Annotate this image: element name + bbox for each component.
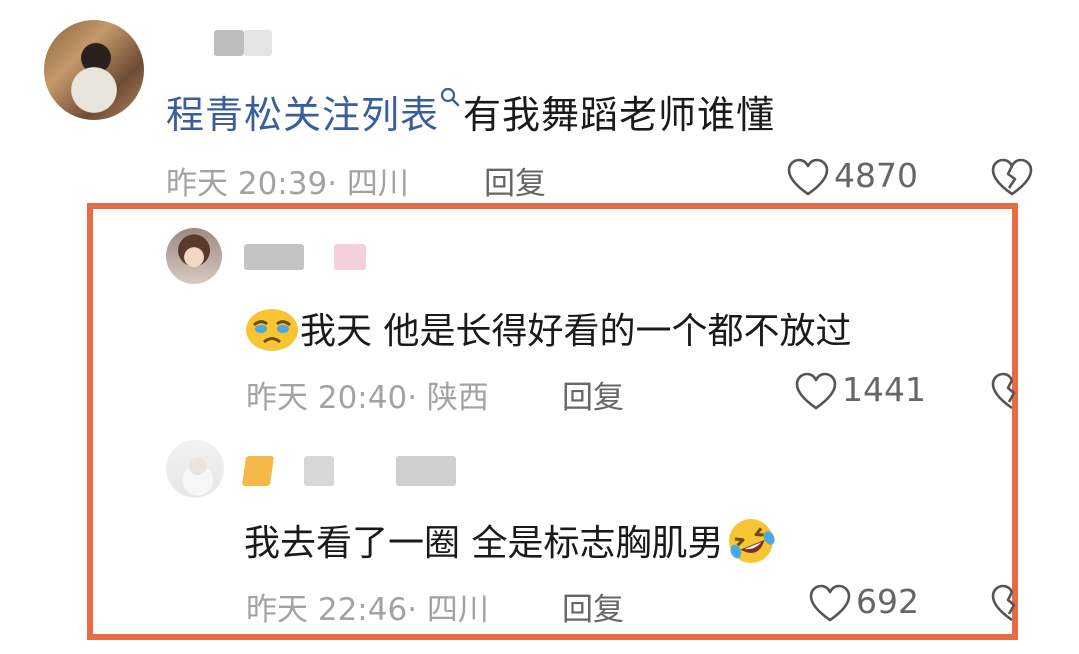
- like-count: 692: [856, 582, 919, 621]
- username-redacted: [241, 456, 275, 486]
- meta-separator: ·: [407, 592, 427, 628]
- avatar[interactable]: [166, 228, 222, 284]
- avatar[interactable]: [44, 20, 144, 120]
- comment-location: 四川: [426, 592, 489, 628]
- like-count: 1441: [842, 370, 926, 409]
- reply-message: 我去看了一圈 全是标志胸肌男: [244, 523, 724, 564]
- like-count: 4870: [834, 156, 918, 195]
- avatar[interactable]: [166, 440, 224, 498]
- rolling-laughing-emoji: [723, 515, 779, 576]
- comment-text: 有我舞蹈老师谁懂: [463, 93, 776, 137]
- comment-meta: 昨天 20:39· 四川: [166, 158, 409, 203]
- heart-icon: [787, 158, 829, 195]
- reply-text: 我天 他是长得好看的一个都不放过: [244, 302, 851, 362]
- comment-time: 昨天 20:39: [166, 166, 328, 202]
- like-button[interactable]: 692: [808, 582, 919, 624]
- comment-time: 昨天 20:40: [246, 380, 408, 416]
- search-link[interactable]: 程青松关注列表: [166, 93, 439, 137]
- username-redacted: [304, 456, 334, 486]
- search-icon[interactable]: [439, 84, 463, 124]
- heart-icon: [795, 372, 837, 409]
- username-redacted: [214, 30, 244, 56]
- comment-location: 陕西: [426, 380, 489, 416]
- meta-separator: ·: [327, 166, 347, 202]
- username-redacted: [244, 244, 304, 270]
- broken-heart-icon: [991, 584, 1016, 622]
- reply-button[interactable]: 回复: [562, 372, 624, 417]
- meta-separator: ·: [407, 380, 427, 416]
- username-redacted: [334, 244, 366, 270]
- dislike-button[interactable]: [990, 158, 1034, 202]
- reply-button[interactable]: 回复: [562, 584, 624, 629]
- crying-face-emoji: [244, 305, 300, 362]
- comment-body: 程青松关注列表 有我舞蹈老师谁懂: [166, 84, 775, 139]
- username-redacted: [396, 456, 456, 486]
- dislike-button[interactable]: [990, 372, 1016, 416]
- like-button[interactable]: 1441: [794, 370, 926, 412]
- broken-heart-icon: [991, 372, 1016, 410]
- comment-meta: 昨天 20:40· 陕西: [246, 372, 489, 417]
- comment-meta: 昨天 22:46· 四川: [246, 584, 489, 629]
- like-button[interactable]: 4870: [786, 156, 918, 198]
- reply-message: 我天 他是长得好看的一个都不放过: [300, 311, 852, 352]
- heart-icon: [809, 584, 851, 621]
- comment-location: 四川: [346, 166, 409, 202]
- dislike-button[interactable]: [990, 584, 1016, 628]
- reply-text: 我去看了一圈 全是标志胸肌男: [244, 514, 779, 576]
- broken-heart-icon: [991, 158, 1033, 196]
- comment-time: 昨天 22:46: [246, 592, 408, 628]
- reply-button[interactable]: 回复: [484, 158, 546, 203]
- username-redacted: [244, 30, 272, 56]
